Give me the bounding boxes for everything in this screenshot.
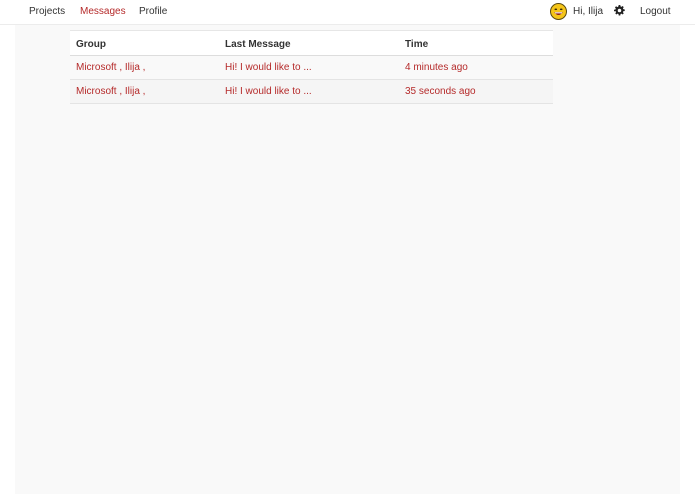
table-row[interactable]: Microsoft , Ilija , Hi! I would like to … [70, 55, 553, 80]
column-header-last-message: Last Message [219, 30, 399, 56]
time-cell[interactable]: 4 minutes ago [399, 55, 553, 80]
nav-projects-link[interactable]: Projects [29, 6, 65, 17]
table-header-row: Group Last Message Time [70, 30, 553, 56]
column-header-group: Group [70, 30, 219, 56]
logout-link[interactable]: Logout [640, 6, 671, 17]
gear-icon[interactable] [614, 5, 625, 16]
nav-messages-link[interactable]: Messages [80, 6, 126, 17]
messages-table: Group Last Message Time Microsoft , Ilij… [70, 30, 553, 104]
messages-table-container: Group Last Message Time Microsoft , Ilij… [70, 30, 553, 104]
group-cell[interactable]: Microsoft , Ilija , [70, 79, 219, 104]
table-row[interactable]: Microsoft , Ilija , Hi! I would like to … [70, 79, 553, 104]
top-navbar: Projects Messages Profile Hi, Ilija Logo… [0, 0, 695, 25]
time-cell[interactable]: 35 seconds ago [399, 79, 553, 104]
group-cell[interactable]: Microsoft , Ilija , [70, 55, 219, 80]
column-header-time: Time [399, 30, 553, 56]
last-message-cell[interactable]: Hi! I would like to ... [219, 79, 399, 104]
user-menu: Hi, Ilija Logout [535, 0, 695, 24]
last-message-cell[interactable]: Hi! I would like to ... [219, 55, 399, 80]
nav-profile-link[interactable]: Profile [139, 6, 167, 17]
user-greeting[interactable]: Hi, Ilija [573, 6, 603, 17]
laughing-face-icon[interactable] [550, 3, 567, 20]
